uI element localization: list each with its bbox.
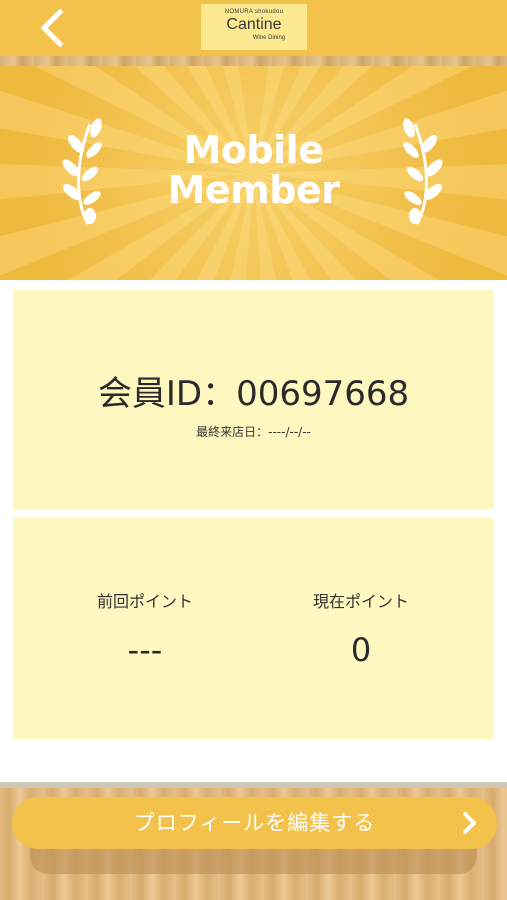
laurel-branch-icon [403,118,443,225]
chevron-right-icon [463,812,476,834]
member-id-card: 会員ID：00697668 最終来店日：----/--/-- [13,290,494,509]
edit-profile-button[interactable]: プロフィールを編集する [12,797,497,849]
points-card: 前回ポイント --- 現在ポイント 0 [13,518,494,739]
edit-profile-label: プロフィールを編集する [133,811,376,835]
logo-main-text: Cantine [226,16,282,33]
chevron-left-icon [40,8,64,48]
member-id: 会員ID：00697668 [97,374,410,414]
current-points-label: 現在ポイント [312,592,409,611]
previous-points-value: --- [127,631,163,669]
mobile-member-banner: Mobile Member [0,66,507,280]
last-visit-date: 最終来店日：----/--/-- [196,425,311,439]
cantine-logo: NOMURA shokudou Cantine Wine Dining [201,4,307,50]
logo-top-text: NOMURA shokudou [224,9,284,15]
logo-sub-text: Wine Dining [252,35,286,41]
back-button[interactable] [28,6,72,50]
bottom-divider [0,782,507,788]
current-points-value: 0 [350,631,372,669]
previous-points-label: 前回ポイント [96,592,193,611]
header-wood-strip [0,56,507,66]
